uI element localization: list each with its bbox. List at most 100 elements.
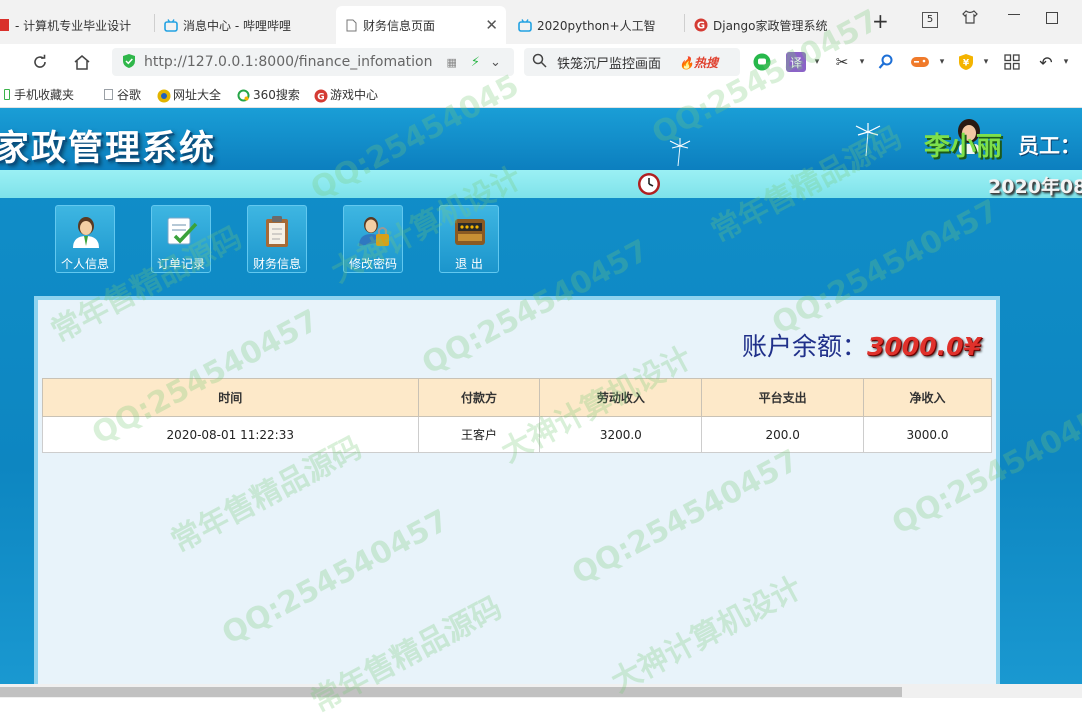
account-balance: 账户余额：3000.0¥ <box>742 327 981 363</box>
tab-graduation-design[interactable]: - 计算机专业毕业设计 <box>0 6 146 44</box>
cell-payer: 王客户 <box>417 416 541 453</box>
menu-finance-info[interactable]: 财务信息 <box>247 205 307 273</box>
lightning-icon[interactable]: ⚡ <box>471 55 480 70</box>
menu-personal-info[interactable]: 个人信息 <box>55 205 115 273</box>
svg-text:¥: ¥ <box>963 59 970 69</box>
browser-nav-bar: http://127.0.0.1:8000/finance_infomation… <box>0 44 1082 80</box>
tab-label: Django家政管理系统 <box>713 18 828 33</box>
column-header-platform-expense: 平台支出 <box>701 378 865 417</box>
menu-change-password[interactable]: 修改密码 <box>343 205 403 273</box>
tab-bilibili-messages[interactable]: 消息中心 - 哔哩哔哩 <box>164 6 334 44</box>
translate-button[interactable]: 译 <box>786 52 806 72</box>
table-header-row: 时间 付款方 劳动收入 平台支出 净收入 <box>42 378 992 417</box>
bookmark-google[interactable]: 谷歌 <box>104 86 141 103</box>
shirt-skin-icon[interactable] <box>962 10 978 28</box>
user-role: 员工： <box>1018 134 1081 158</box>
shield-coin-icon[interactable]: ¥ <box>956 52 976 72</box>
scrollbar-thumb[interactable] <box>0 687 902 697</box>
menu-label: 财务信息 <box>252 257 301 271</box>
menu-label: 订单记录 <box>156 257 205 271</box>
qr-code-icon[interactable]: ▦ <box>447 56 457 69</box>
site-favicon-icon <box>0 18 10 32</box>
new-tab-button[interactable]: + <box>872 9 889 33</box>
gamepad-icon[interactable] <box>910 52 930 72</box>
home-icon[interactable] <box>70 50 94 74</box>
shield-dropdown-icon[interactable]: ▾ <box>976 52 996 72</box>
gamepad-dropdown-icon[interactable]: ▾ <box>932 52 952 72</box>
bookmark-label: 游戏中心 <box>330 88 379 102</box>
tab-django-system[interactable]: G Django家政管理系统 <box>694 6 844 44</box>
cell-labor-income: 3200.0 <box>539 416 703 453</box>
cell-platform-expense: 200.0 <box>701 416 865 453</box>
search-query[interactable]: 铁笼沉尸监控画面 <box>557 53 661 72</box>
bookmark-mobile-favorites[interactable]: 手机收藏夹 <box>4 86 74 103</box>
bookmark-label: 手机收藏夹 <box>14 88 75 102</box>
hot-search-label[interactable]: 🔥热搜 <box>679 54 718 71</box>
dandelion-decoration-icon <box>669 138 691 167</box>
url-text[interactable]: http://127.0.0.1:8000/finance_infomation <box>144 54 433 70</box>
bookmark-site-directory[interactable]: 网址大全 <box>157 86 221 103</box>
bookmark-label: 网址大全 <box>173 88 222 102</box>
scissors-icon[interactable]: ✂ <box>832 52 852 72</box>
address-bar[interactable]: http://127.0.0.1:8000/finance_infomation… <box>112 48 514 76</box>
clipboard-icon <box>266 216 288 247</box>
column-header-labor-income: 劳动收入 <box>539 378 703 417</box>
apps-grid-icon[interactable] <box>1002 52 1022 72</box>
tab-label: 财务信息页面 <box>363 18 436 33</box>
wechat-icon[interactable] <box>752 52 772 72</box>
tab-divider <box>684 14 685 32</box>
finance-table: 时间 付款方 劳动收入 平台支出 净收入 2020-08-01 11:22:33… <box>42 378 992 453</box>
page-body: 家政管理系统 李小丽 员工： 2020年08 个人信息 订单记录 财务信息 修改… <box>0 108 1082 706</box>
exit-icon <box>455 219 485 245</box>
hot-search-text: 热搜 <box>693 55 718 70</box>
menu-order-records[interactable]: 订单记录 <box>151 205 211 273</box>
magnifier-icon[interactable] <box>876 52 896 72</box>
scissors-dropdown-icon[interactable]: ▾ <box>852 52 872 72</box>
balance-value: 3000.0¥ <box>867 332 981 361</box>
menu-label: 个人信息 <box>60 257 109 271</box>
reload-icon[interactable] <box>28 50 52 74</box>
chevron-down-icon[interactable]: ⌄ <box>490 55 501 70</box>
tab-divider <box>154 14 155 32</box>
undo-dropdown-icon[interactable]: ▾ <box>1056 52 1076 72</box>
column-header-time: 时间 <box>42 378 419 417</box>
tab-label: 2020python+人工智 <box>537 18 656 33</box>
current-date: 2020年08 <box>988 176 1082 198</box>
undo-icon[interactable]: ↶ <box>1036 52 1056 72</box>
date-bar: 2020年08 <box>0 170 1082 198</box>
browser-tab-bar: - 计算机专业毕业设计 消息中心 - 哔哩哔哩 财务信息页面 ✕ 2020pyt… <box>0 0 1082 44</box>
column-header-net-income: 净收入 <box>863 378 992 417</box>
site-directory-icon <box>157 89 171 102</box>
bookmark-label: 360搜索 <box>253 88 300 102</box>
user-name: 李小丽 <box>924 132 1003 162</box>
bilibili-icon <box>518 18 532 32</box>
bookmark-game-center[interactable]: G 游戏中心 <box>314 86 378 103</box>
lock-user-icon <box>359 217 389 246</box>
user-icon <box>73 217 99 248</box>
cell-net-income: 3000.0 <box>863 416 992 453</box>
menu-label: 退 出 <box>455 257 483 271</box>
page-icon <box>104 89 113 100</box>
tab-finance-info[interactable]: 财务信息页面 ✕ <box>336 6 506 44</box>
bilibili-icon <box>164 18 178 32</box>
bookmark-360-search[interactable]: 360搜索 <box>237 86 300 103</box>
translate-dropdown-icon[interactable]: ▾ <box>807 52 827 72</box>
dandelion-decoration-icon <box>855 123 881 157</box>
finance-panel: 账户余额：3000.0¥ 时间 付款方 劳动收入 平台支出 净收入 2020-0… <box>34 296 1000 696</box>
site-title: 家政管理系统 <box>0 128 217 169</box>
column-header-payer: 付款方 <box>417 378 541 417</box>
minimize-icon[interactable] <box>1008 14 1020 15</box>
bookmark-label: 谷歌 <box>117 88 142 102</box>
search-box[interactable]: 铁笼沉尸监控画面 🔥热搜 <box>524 48 740 76</box>
site-g-icon: G <box>694 18 708 32</box>
tab-count-badge[interactable]: 5 <box>922 12 938 28</box>
tab-python-ai[interactable]: 2020python+人工智 <box>518 6 678 44</box>
maximize-icon[interactable] <box>1046 12 1058 24</box>
table-row: 2020-08-01 11:22:33 王客户 3200.0 200.0 300… <box>42 416 992 453</box>
search-360-icon <box>237 89 250 101</box>
menu-logout[interactable]: 退 出 <box>439 205 499 273</box>
order-icon <box>167 217 198 245</box>
clock-icon <box>638 173 660 195</box>
search-icon <box>532 53 547 72</box>
close-tab-icon[interactable]: ✕ <box>485 16 498 34</box>
